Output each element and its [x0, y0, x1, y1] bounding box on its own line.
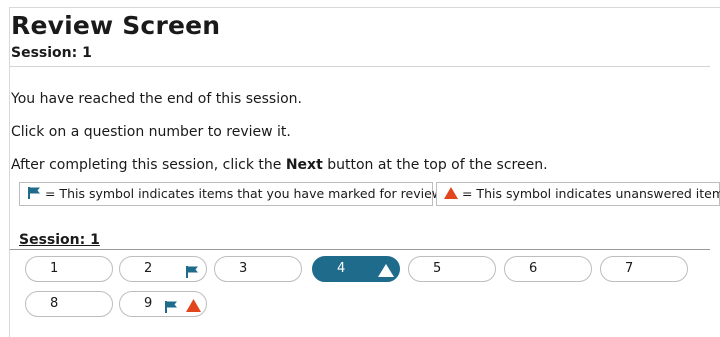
question-button-8[interactable]: 8 — [25, 291, 113, 317]
question-number: 3 — [239, 261, 248, 276]
flag-icon — [28, 184, 41, 206]
question-number: 1 — [50, 261, 59, 276]
question-number: 4 — [337, 261, 346, 276]
header-divider — [10, 66, 710, 67]
warning-triangle-icon — [378, 262, 394, 286]
section-divider — [10, 249, 710, 250]
flag-icon — [165, 298, 178, 322]
flag-icon — [186, 263, 199, 287]
session-subtitle: Session: 1 — [11, 45, 92, 61]
question-number: 5 — [433, 261, 442, 276]
legend-flag: = This symbol indicates items that you h… — [19, 182, 445, 206]
instruction-next: After completing this session, click the… — [11, 157, 548, 173]
legend-flag-text: = This symbol indicates items that you h… — [44, 186, 445, 201]
question-number: 8 — [50, 296, 59, 311]
question-button-4[interactable]: 4 — [312, 256, 400, 282]
question-button-3[interactable]: 3 — [214, 256, 302, 282]
instruction-end-of-session: You have reached the end of this session… — [11, 91, 303, 107]
section-heading: Session: 1 — [19, 232, 100, 248]
legend-unanswered: = This symbol indicates unanswered items… — [436, 182, 720, 206]
instruction-next-suffix: button at the top of the screen. — [322, 157, 548, 173]
instruction-click-number: Click on a question number to review it. — [11, 124, 291, 140]
question-number: 9 — [144, 296, 153, 311]
question-button-2[interactable]: 2 — [119, 256, 207, 282]
question-number: 2 — [144, 261, 153, 276]
question-button-5[interactable]: 5 — [408, 256, 496, 282]
page-title: Review Screen — [11, 11, 221, 40]
instruction-next-bold: Next — [285, 157, 323, 173]
legend-unanswered-text: = This symbol indicates unanswered items… — [461, 186, 720, 201]
warning-triangle-icon — [186, 297, 201, 321]
warning-triangle-icon — [444, 184, 458, 206]
question-button-7[interactable]: 7 — [600, 256, 688, 282]
question-number: 6 — [529, 261, 538, 276]
question-button-6[interactable]: 6 — [504, 256, 592, 282]
question-button-9[interactable]: 9 — [119, 291, 207, 317]
question-button-1[interactable]: 1 — [25, 256, 113, 282]
instruction-next-prefix: After completing this session, click the — [11, 157, 286, 173]
question-number: 7 — [625, 261, 634, 276]
